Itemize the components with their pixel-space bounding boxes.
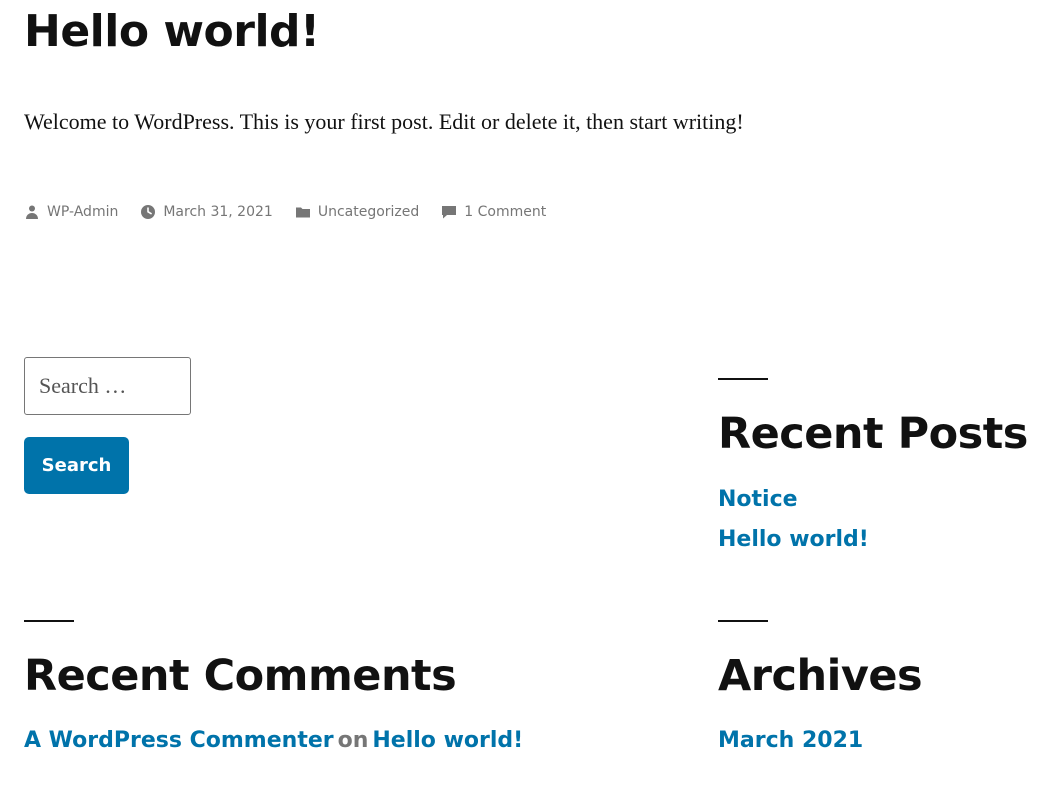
search-input[interactable] [24, 357, 191, 415]
comment-post-link[interactable]: Hello world! [372, 728, 523, 753]
search-label: Search for: [0, 0, 1, 1]
post-content: Welcome to WordPress. This is your first… [24, 109, 744, 134]
post-author: WP-Admin [24, 204, 118, 220]
archive-link[interactable]: March 2021 [718, 726, 863, 756]
recent-post-link[interactable]: Hello world! [718, 525, 869, 555]
author-link[interactable]: WP-Admin [47, 204, 118, 220]
recent-comments-divider [24, 620, 74, 622]
category-link[interactable]: Uncategorized [318, 204, 419, 220]
archives-title: Archives [718, 651, 923, 701]
comments-link[interactable]: 1 Comment [464, 204, 546, 220]
recent-posts-divider [718, 378, 768, 380]
archives-divider [718, 620, 768, 622]
recent-posts-title: Recent Posts [718, 409, 1028, 459]
recent-comments-title: Recent Comments [24, 651, 457, 701]
date-link[interactable]: March 31, 2021 [163, 204, 272, 220]
search-button[interactable]: Search [24, 437, 129, 494]
post-date: March 31, 2021 [140, 204, 273, 220]
comment-icon [441, 204, 457, 220]
folder-icon [295, 204, 311, 220]
recent-post-link[interactable]: Notice [718, 485, 798, 515]
post-comments: 1 Comment [441, 204, 546, 220]
post-category: Uncategorized [295, 204, 419, 220]
recent-comment-item: A WordPress Commenter on Hello world! [24, 726, 523, 756]
post-meta: WP-Admin March 31, 2021 Uncategorized 1 … [24, 200, 568, 224]
person-icon [24, 204, 40, 220]
comment-author-link[interactable]: A WordPress Commenter [24, 728, 334, 753]
clock-icon [140, 204, 156, 220]
post-title: Hello world! [24, 6, 320, 57]
comment-connector: on [337, 728, 369, 753]
